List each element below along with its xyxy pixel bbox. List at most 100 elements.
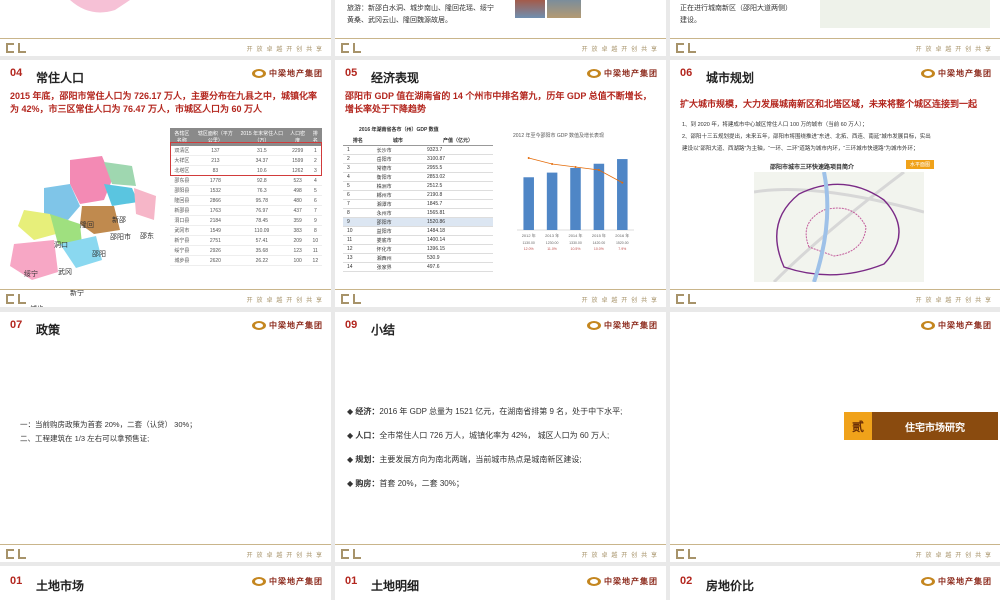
slide-title: 城市规划 [706,71,755,85]
tourism-photo [515,0,545,18]
slide-thumb-top-middle[interactable]: 旅游：新邵白水洞、城步南山、隆回花瑶、绥宁 黄桑、武冈云山、隆回魏源故居。 开 … [335,0,666,56]
table-cell: 57.41 [237,235,287,246]
slide-number: 05 [345,67,358,79]
brand-icon [587,69,601,78]
brand-logo: 中梁地产集团 [252,320,323,331]
table-cell: 2866 [193,195,237,206]
table-cell: 123 [286,245,309,256]
table-cell: 209 [286,235,309,246]
table-row: 洞口县 2184 78.45 359 9 [170,215,322,226]
table-row: 新宁县 2751 57.41 209 10 [170,235,322,246]
table-cell: 2512.5 [422,181,493,191]
table-cell: 1396.15 [422,244,493,254]
gdp-bar [546,172,558,230]
slide-thumb-summary[interactable]: 09 小结 中梁地产集团 ◆ 经济：2016 年 GDP 总量为 1521 亿元… [335,312,666,562]
item-text: 主要发展方向为南北两端，当前城市热点是城南新区建设; [379,455,582,464]
table-cell: 497.6 [422,262,493,272]
list-item: ◆ 经济：2016 年 GDP 总量为 1521 亿元，在湖南省排第 9 名，处… [347,407,623,416]
gdp-table-body: 1 长沙市 9323.7 2 岳阳市 3100.87 3 常德市 2955.5 4 衡阳市 2853.… [343,145,493,272]
table-cell: 6 [343,190,373,200]
slide-footer: 开 放 卓 越 开 创 共 享 [0,38,331,56]
footer-tagline: 开 放 卓 越 开 创 共 享 [246,552,323,559]
table-cell: 1763 [193,205,237,216]
map-label: 邵东 [140,233,154,240]
brand-name: 中梁地产集团 [269,321,323,330]
brand-name: 中梁地产集团 [938,577,992,586]
table-cell: 11 [343,235,373,245]
growth-label: 7.9% [618,247,626,251]
tourism-text-line2: 黄桑、武冈云山、隆回魏源故居。 [347,17,452,24]
slide-headline: 邵阳市 GDP 值在湖南省的 14 个州市中排名第九，历年 GDP 总值不断增长… [345,91,652,114]
slide-number: 01 [10,575,23,587]
slide-thumb-economy[interactable]: 05 经济表现 中梁地产集团 邵阳市 GDP 值在湖南省的 14 个州市中排名第… [335,60,666,307]
table-cell: 4 [343,172,373,182]
footer-tagline: 开 放 卓 越 开 创 共 享 [915,552,992,559]
table-cell: 1845.7 [422,199,493,209]
table-cell: 1520.86 [422,217,493,227]
gdp-bar [617,159,628,230]
footer-logo-mark [6,294,28,304]
slide-thumb-land-market[interactable]: 01 土地市场 中梁地产集团 [0,566,331,600]
footer-tagline: 开 放 卓 越 开 创 共 享 [581,46,658,53]
city-text-line2: 建设。 [680,17,701,24]
slide-thumb-population[interactable]: 04 常住人口 中梁地产集团 2015 年底，邵阳市常住人口为 726.17 万… [0,60,331,307]
slide-thumb-top-right[interactable]: 正在进行城南新区（邵阳大道两侧） 建设。 开 放 卓 越 开 创 共 享 [670,0,1000,56]
item-key: 人口： [355,431,380,440]
slide-footer: 开 放 卓 越 开 创 共 享 [335,544,666,562]
table-cell: 张家界 [372,262,423,272]
slide-headline: 扩大城市规模，大力发展城南新区和北塔区域，未来将整个城区连接到一起 [680,99,978,109]
list-item: ◆ 人口：全市常住人口 726 万人，城镇化率为 42%， 城区人口为 60 万… [347,431,610,440]
slide-thumb-top-left[interactable]: 开 放 卓 越 开 创 共 享 [0,0,331,56]
slide-thumb-planning[interactable]: 06 城市规划 中梁地产集团 扩大城市规模，大力发展城南新区和北塔区域，未来将整… [670,60,1000,307]
table-cell: 城步县 [170,255,194,266]
table-cell: 1565.81 [422,208,493,218]
slide-thumb-policy[interactable]: 07 政策 中梁地产集团 一：当前购房政策为首套 20%，二套（认贷） 30%；… [0,312,331,562]
table-cell: 株洲市 [372,181,423,191]
slide-title: 经济表现 [371,71,420,85]
map-title: 邵阳市城市三环快速路项目简介 [770,165,855,171]
slide-title: 房地价比 [706,579,755,593]
table-header: 产值（亿元） [422,136,493,146]
table-row: 城步县 2620 26.22 100 12 [170,255,322,266]
table-cell: 邵东县 [170,175,194,186]
table-cell: 110.09 [237,225,287,236]
growth-point [551,163,554,165]
table-cell: 长沙市 [372,145,423,155]
slide-thumb-land-price[interactable]: 02 房地价比 中梁地产集团 [670,566,1000,600]
map-label: 隆回 [80,222,94,229]
bar-value-label: 1520.00 [616,241,629,245]
table-cell: 衡阳市 [372,172,423,182]
table-cell: 2853.02 [422,172,493,182]
table-cell: 7 [308,205,322,216]
table-cell: 湘潭市 [372,199,423,209]
table-cell: 9 [308,215,322,226]
slide-thumb-land-detail[interactable]: 01 土地明细 中梁地产集团 [335,566,666,600]
table-cell: 2955.5 [422,163,493,173]
growth-label: 10.5% [571,247,581,251]
table-cell: 8 [308,225,322,236]
slide-thumb-section-divider[interactable]: 中梁地产集团 贰 住宅市场研究 开 放 卓 越 开 创 共 享 [670,312,1000,562]
brand-name: 中梁地产集团 [604,321,658,330]
slide-footer: 开 放 卓 越 开 创 共 享 [335,38,666,56]
footer-logo-mark [6,549,28,559]
table-cell: 78.45 [237,215,287,226]
table-row: 绥宁县 2926 35.68 123 11 [170,245,322,256]
table-row: 6 郴州市 2190.8 [343,190,493,200]
table-row: 邵阳县 1532 76.3 498 5 [170,185,322,196]
item-key: 经济： [355,407,380,416]
table-cell: 11 [308,245,322,256]
table-cell: 523 [286,175,309,186]
table-row: 11 娄底市 1400.14 [343,235,493,245]
section-label: 住宅市场研究 [905,422,965,434]
growth-point [597,169,600,171]
map-label: 武冈 [58,269,72,276]
table-cell: 12 [308,255,322,266]
bar-value-label: 1230.00 [546,241,559,245]
slide-footer: 开 放 卓 越 开 创 共 享 [670,544,1000,562]
slide-title: 土地明细 [371,579,420,593]
table-row: 10 益阳市 1484.18 [343,226,493,236]
brand-icon [252,577,266,586]
table-row: 4 衡阳市 2853.02 [343,172,493,182]
brand-logo: 中梁地产集团 [252,68,323,79]
growth-point [621,181,624,184]
